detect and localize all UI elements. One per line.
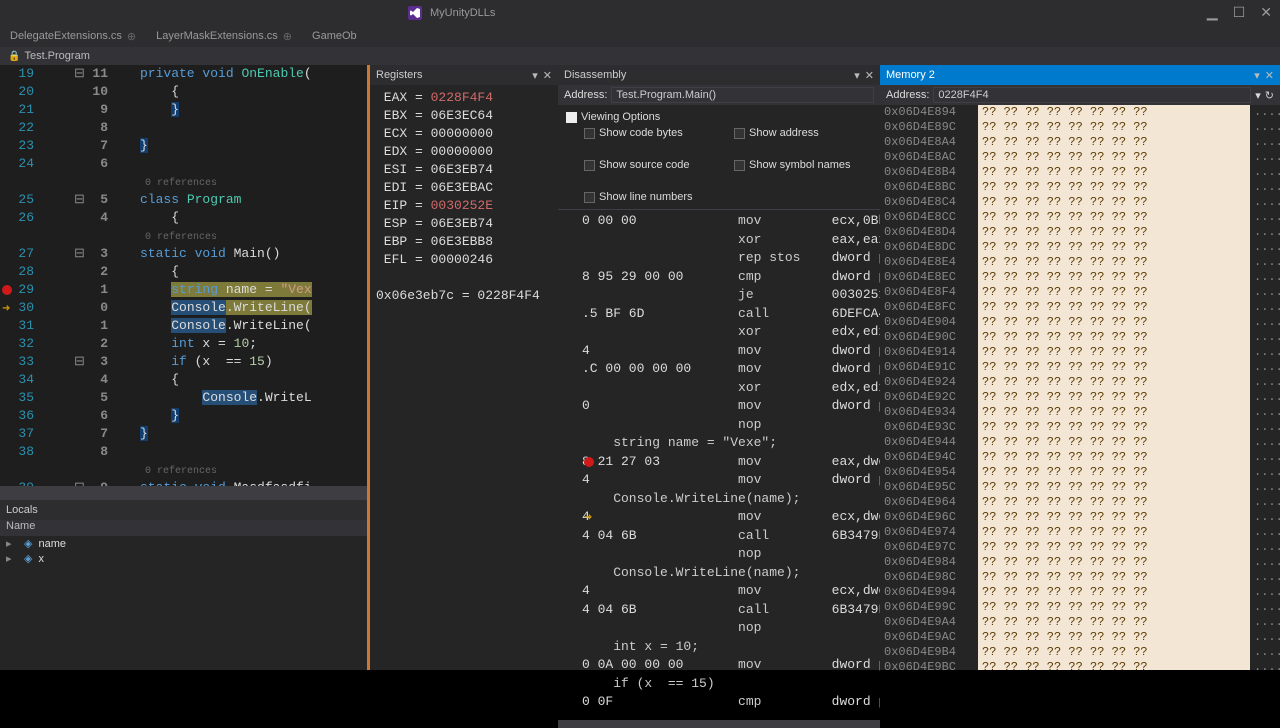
refresh-icon[interactable]: ↻ bbox=[1265, 89, 1274, 102]
memory-address-row: Address: ▾ ↻ bbox=[880, 85, 1280, 105]
memory-row: 0x06D4E964?? ?? ?? ?? ?? ?? ?? ??.... bbox=[880, 495, 1280, 510]
memory-address-input[interactable] bbox=[933, 87, 1251, 103]
memory-row: 0x06D4E94C?? ?? ?? ?? ?? ?? ?? ??.... bbox=[880, 450, 1280, 465]
memory-row: 0x06D4E9A4?? ?? ?? ?? ?? ?? ?? ??.... bbox=[880, 615, 1280, 630]
memory-row: 0x06D4E984?? ?? ?? ?? ?? ?? ?? ??.... bbox=[880, 555, 1280, 570]
registers-body: EAX = 0228F4F4 EBX = 06E3EC64 ECX = 0000… bbox=[370, 85, 558, 309]
viewopt-checkbox[interactable]: Show symbol names bbox=[734, 159, 864, 171]
pin-icon[interactable]: ⊕ bbox=[283, 30, 292, 43]
memory-row: 0x06D4E8EC?? ?? ?? ?? ?? ?? ?? ??.... bbox=[880, 270, 1280, 285]
memory-row: 0x06D4E90C?? ?? ?? ?? ?? ?? ?? ??.... bbox=[880, 330, 1280, 345]
memory-row: 0x06D4E8F4?? ?? ?? ?? ?? ?? ?? ??.... bbox=[880, 285, 1280, 300]
code-editor[interactable]: 19⊟11private void OnEnable(2010 {219 }22… bbox=[0, 65, 367, 486]
memory-row: 0x06D4E934?? ?? ?? ?? ?? ?? ?? ??.... bbox=[880, 405, 1280, 420]
memory-row: 0x06D4E924?? ?? ?? ?? ?? ?? ?? ??.... bbox=[880, 375, 1280, 390]
memory-row: 0x06D4E904?? ?? ?? ?? ?? ?? ?? ??.... bbox=[880, 315, 1280, 330]
locals-header: Locals bbox=[0, 500, 367, 520]
memory-row: 0x06D4E974?? ?? ?? ?? ?? ?? ?? ??.... bbox=[880, 525, 1280, 540]
memory-row: 0x06D4E8BC?? ?? ?? ?? ?? ?? ?? ??.... bbox=[880, 180, 1280, 195]
checkbox-icon[interactable] bbox=[566, 112, 577, 123]
document-tabs: DelegateExtensions.cs⊕ LayerMaskExtensio… bbox=[0, 25, 1280, 47]
local-var[interactable]: ▸◈ name bbox=[0, 536, 367, 551]
memory-row: 0x06D4E8DC?? ?? ?? ?? ?? ?? ?? ??.... bbox=[880, 240, 1280, 255]
viewopt-checkbox[interactable]: Show address bbox=[734, 127, 864, 139]
memory-row: 0x06D4E954?? ?? ?? ?? ?? ?? ?? ??.... bbox=[880, 465, 1280, 480]
tab-gameobj[interactable]: GameOb bbox=[302, 25, 367, 47]
dropdown-icon[interactable]: ▾ bbox=[1255, 89, 1261, 102]
registers-header: Registers▾✕ bbox=[370, 65, 558, 85]
memory-row: 0x06D4E8D4?? ?? ?? ?? ?? ?? ?? ??.... bbox=[880, 225, 1280, 240]
breadcrumb[interactable]: 🔒Test.Program bbox=[0, 47, 1280, 65]
title-bar: MyUnityDLLs ▁ ☐ ✕ bbox=[0, 0, 1280, 25]
close-icon[interactable]: ✕ bbox=[1265, 69, 1274, 82]
memory-row: 0x06D4E8AC?? ?? ?? ?? ?? ?? ?? ??.... bbox=[880, 150, 1280, 165]
memory-row: 0x06D4E8CC?? ?? ?? ?? ?? ?? ?? ??.... bbox=[880, 210, 1280, 225]
memory-header: Memory 2▾✕ bbox=[880, 65, 1280, 85]
vs-logo-icon bbox=[408, 6, 422, 20]
memory-row: 0x06D4E97C?? ?? ?? ?? ?? ?? ?? ??.... bbox=[880, 540, 1280, 555]
dropdown-icon[interactable]: ▾ bbox=[854, 69, 860, 82]
local-var[interactable]: ▸◈ x bbox=[0, 551, 367, 566]
locals-columns: Name bbox=[0, 520, 367, 536]
memory-row: 0x06D4E99C?? ?? ?? ?? ?? ?? ?? ??.... bbox=[880, 600, 1280, 615]
tab-delegate[interactable]: DelegateExtensions.cs⊕ bbox=[0, 25, 146, 47]
memory-row: 0x06D4E98C?? ?? ?? ?? ?? ?? ?? ??.... bbox=[880, 570, 1280, 585]
memory-row: 0x06D4E8E4?? ?? ?? ?? ?? ?? ?? ??.... bbox=[880, 255, 1280, 270]
scrollbar-h[interactable] bbox=[0, 486, 367, 500]
memory-row: 0x06D4E91C?? ?? ?? ?? ?? ?? ?? ??.... bbox=[880, 360, 1280, 375]
memory-body[interactable]: 0x06D4E894?? ?? ?? ?? ?? ?? ?? ??....0x0… bbox=[880, 105, 1280, 705]
memory-row: 0x06D4E894?? ?? ?? ?? ?? ?? ?? ??.... bbox=[880, 105, 1280, 120]
locals-panel: Locals Name ▸◈ name▸◈ x bbox=[0, 500, 367, 670]
memory-row: 0x06D4E8C4?? ?? ?? ?? ?? ?? ?? ??.... bbox=[880, 195, 1280, 210]
memory-row: 0x06D4E994?? ?? ?? ?? ?? ?? ?? ??.... bbox=[880, 585, 1280, 600]
memory-row: 0x06D4E89C?? ?? ?? ?? ?? ?? ?? ??.... bbox=[880, 120, 1280, 135]
memory-row: 0x06D4E96C?? ?? ?? ?? ?? ?? ?? ??.... bbox=[880, 510, 1280, 525]
lock-icon: 🔒 bbox=[8, 51, 20, 62]
memory-row: 0x06D4E8B4?? ?? ?? ?? ?? ?? ?? ??.... bbox=[880, 165, 1280, 180]
maximize-button[interactable]: ☐ bbox=[1233, 4, 1246, 21]
disasm-address-input[interactable] bbox=[611, 87, 874, 103]
viewing-options: Viewing Options Show code bytesShow addr… bbox=[558, 105, 880, 210]
memory-row: 0x06D4E914?? ?? ?? ?? ?? ?? ?? ??.... bbox=[880, 345, 1280, 360]
memory-row: 0x06D4E95C?? ?? ?? ?? ?? ?? ?? ??.... bbox=[880, 480, 1280, 495]
app-title: MyUnityDLLs bbox=[430, 7, 495, 19]
memory-row: 0x06D4E93C?? ?? ?? ?? ?? ?? ?? ??.... bbox=[880, 420, 1280, 435]
close-icon[interactable]: ✕ bbox=[865, 69, 874, 82]
disasm-address-row: Address: bbox=[558, 85, 880, 105]
memory-row: 0x06D4E8A4?? ?? ?? ?? ?? ?? ?? ??.... bbox=[880, 135, 1280, 150]
memory-row: 0x06D4E8FC?? ?? ?? ?? ?? ?? ?? ??.... bbox=[880, 300, 1280, 315]
viewopt-checkbox[interactable]: Show source code bbox=[584, 159, 714, 171]
memory-row: 0x06D4E9B4?? ?? ?? ?? ?? ?? ?? ??.... bbox=[880, 645, 1280, 660]
viewopt-checkbox[interactable]: Show line numbers bbox=[584, 191, 714, 203]
dropdown-icon[interactable]: ▾ bbox=[532, 69, 538, 82]
disasm-body[interactable]: 0 00 00 mov ecx,0Bh xor eax,eax rep stos… bbox=[558, 210, 880, 714]
disasm-header: Disassembly▾✕ bbox=[558, 65, 880, 85]
memory-row: 0x06D4E944?? ?? ?? ?? ?? ?? ?? ??.... bbox=[880, 435, 1280, 450]
minimize-button[interactable]: ▁ bbox=[1207, 4, 1218, 21]
tab-layermask[interactable]: LayerMaskExtensions.cs⊕ bbox=[146, 25, 302, 47]
dropdown-icon[interactable]: ▾ bbox=[1254, 69, 1260, 82]
pin-icon[interactable]: ⊕ bbox=[127, 30, 136, 43]
viewopt-checkbox[interactable]: Show code bytes bbox=[584, 127, 714, 139]
close-button[interactable]: ✕ bbox=[1260, 4, 1272, 21]
memory-row: 0x06D4E92C?? ?? ?? ?? ?? ?? ?? ??.... bbox=[880, 390, 1280, 405]
memory-row: 0x06D4E9AC?? ?? ?? ?? ?? ?? ?? ??.... bbox=[880, 630, 1280, 645]
close-icon[interactable]: ✕ bbox=[543, 69, 552, 82]
